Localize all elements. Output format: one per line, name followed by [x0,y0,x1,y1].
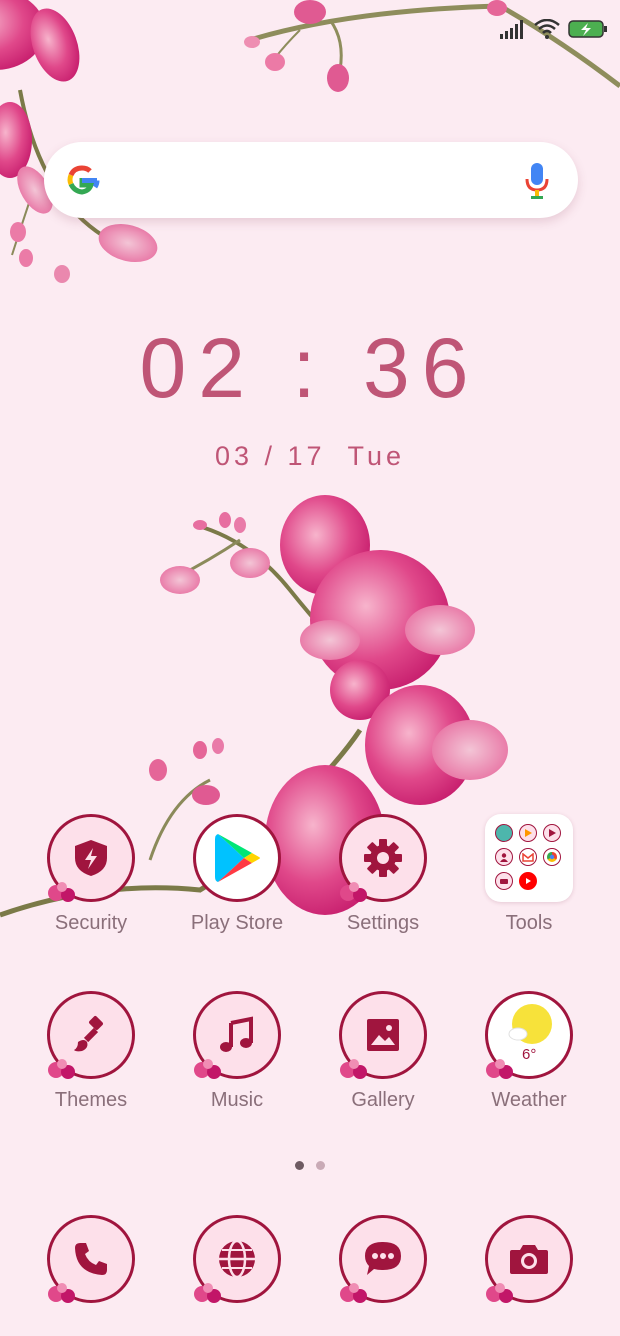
app-icon-circle [339,991,427,1079]
flower-decor-icon [194,1283,221,1303]
dock-browser[interactable] [171,1215,303,1303]
app-icon-circle [193,991,281,1079]
mini-app-icon [543,848,561,866]
page-dot[interactable] [316,1161,325,1170]
app-label: Settings [346,912,420,934]
flower-decor-icon [194,1059,221,1079]
flower-decor-icon [48,1059,75,1079]
dock-phone[interactable] [25,1215,157,1303]
flower-decor-icon [486,1283,513,1303]
music-note-icon [220,1016,253,1052]
app-label: Play Store [190,912,284,934]
app-play-store[interactable]: Play Store [171,814,303,935]
signal-icon [500,20,523,39]
phone-icon [75,1243,107,1275]
app-settings[interactable]: Settings [317,814,449,935]
brush-icon [74,1016,103,1052]
app-icon-circle [339,814,427,902]
google-search-bar[interactable] [44,142,578,218]
app-themes[interactable]: Themes [25,991,157,1112]
app-label: Tools [505,912,553,934]
mini-app-icon [519,848,537,866]
app-weather[interactable]: 6° Weather [463,991,595,1112]
flower-decor-icon [340,1059,367,1079]
app-icon-circle [47,1215,135,1303]
mini-app-icon [495,872,513,890]
app-label: Music [210,1089,264,1111]
flower-decor-icon [486,1059,513,1079]
status-bar [500,14,608,44]
globe-icon [219,1239,255,1279]
battery-charging-icon [568,20,607,38]
play-store-icon [215,834,260,882]
app-icon-circle: 6° [485,991,573,1079]
mini-app-icon [519,824,537,842]
app-icon-circle [193,1215,281,1303]
mini-app-icon [519,872,537,890]
page-indicator[interactable] [0,1161,620,1170]
mic-icon[interactable] [524,162,550,200]
camera-icon [510,1245,548,1274]
page-dot-active[interactable] [295,1161,304,1170]
flower-decor-icon [340,1283,367,1303]
flower-decor-icon [48,882,75,902]
dock-messages[interactable] [317,1215,449,1303]
app-label: Security [54,912,128,934]
weekday-text: Tue [347,441,406,471]
flower-decor-icon [340,882,367,902]
message-icon [365,1242,401,1275]
app-gallery[interactable]: Gallery [317,991,449,1112]
app-security[interactable]: Security [25,814,157,935]
dock-camera[interactable] [463,1215,595,1303]
app-icon-circle [339,1215,427,1303]
app-icon-circle [47,814,135,902]
app-music[interactable]: Music [171,991,303,1112]
app-icon-circle [47,991,135,1079]
flower-decor-icon [48,1283,75,1303]
date-text: 03 / 17 [214,441,326,471]
app-label: Gallery [351,1089,415,1111]
mini-app-icon [495,824,513,842]
image-icon [367,1019,399,1051]
wifi-icon [534,19,560,39]
google-logo [67,165,100,195]
app-icon-circle [193,814,281,902]
weather-temp: 6° [522,1046,537,1063]
shield-icon [75,840,107,876]
mini-app-icon [543,824,561,842]
clock-date[interactable]: 03 / 17 Tue [0,436,620,476]
app-folder-tools[interactable]: Tools [463,814,595,935]
gear-icon [364,839,402,877]
app-icon-circle [485,1215,573,1303]
app-label: Weather [491,1089,567,1111]
app-label: Themes [54,1089,128,1111]
clock-time[interactable]: 02 : 36 [0,318,620,418]
folder-icon [485,814,573,902]
mini-app-icon [495,848,513,866]
